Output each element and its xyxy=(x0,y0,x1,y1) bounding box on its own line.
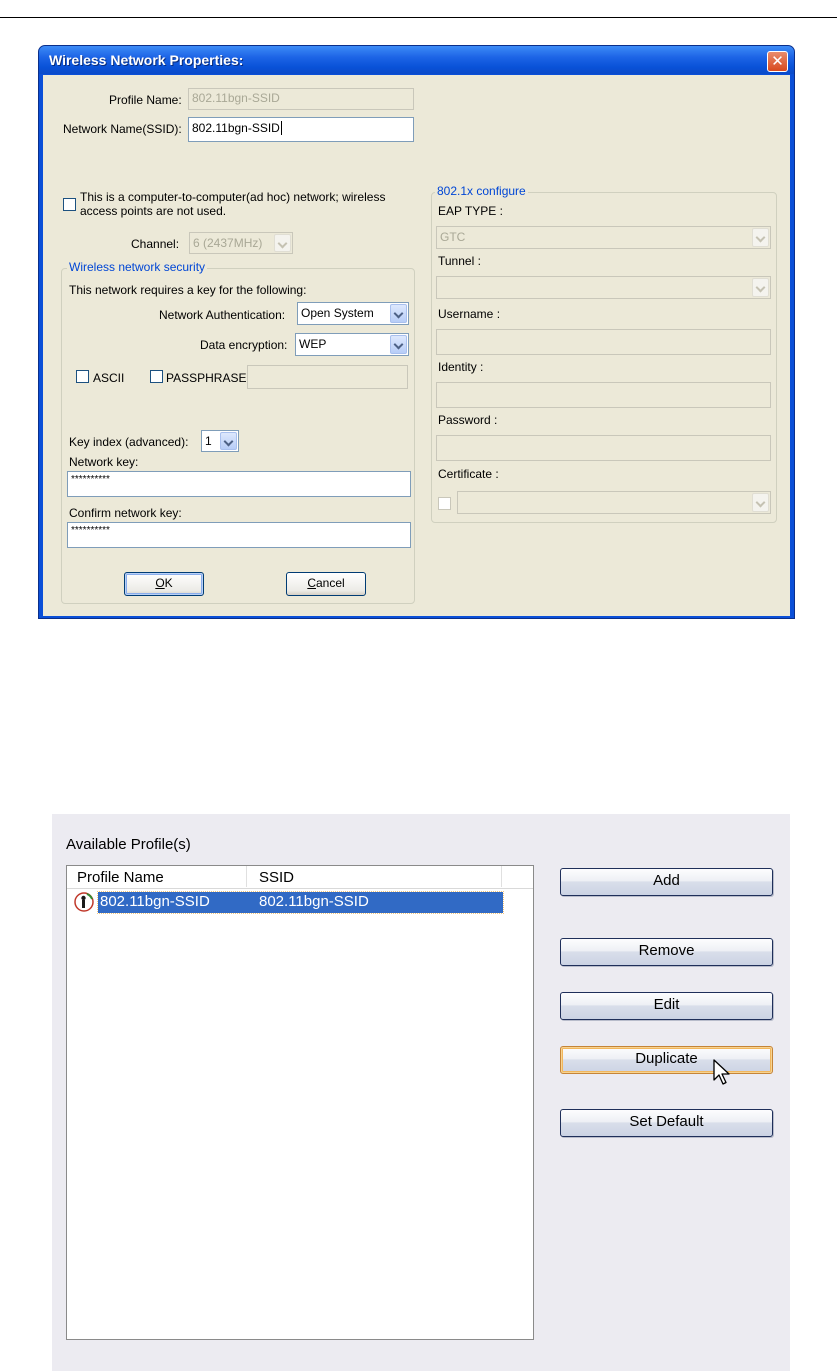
passphrase-checkbox[interactable] xyxy=(150,370,163,383)
tunnel-label: Tunnel : xyxy=(438,254,481,268)
passphrase-input xyxy=(247,365,408,389)
ascii-label: ASCII xyxy=(93,371,125,385)
certificate-label: Certificate : xyxy=(438,467,499,481)
ok-rest: K xyxy=(164,576,173,590)
selected-row-highlight: 802.11bgn-SSID 802.11bgn-SSID xyxy=(97,891,504,914)
ssid-input-value: 802.11bgn-SSID xyxy=(192,121,280,135)
eap-type-select: GTC xyxy=(436,226,771,249)
column-header-ssid[interactable]: SSID xyxy=(259,869,294,886)
profiles-list-header: Profile Name SSID xyxy=(67,866,533,889)
key-index-select[interactable]: 1 xyxy=(201,430,239,452)
network-key-label: Network key: xyxy=(69,455,139,469)
remove-button[interactable]: Remove xyxy=(560,938,773,966)
ascii-checkbox[interactable] xyxy=(76,370,89,383)
channel-label: Channel: xyxy=(131,237,180,251)
chevron-down-icon xyxy=(752,278,769,297)
edit-button[interactable]: Edit xyxy=(560,992,773,1020)
certificate-select xyxy=(457,491,771,514)
cancel-rest: ancel xyxy=(315,576,345,590)
column-header-profile-name[interactable]: Profile Name xyxy=(77,869,164,886)
channel-select-value: 6 (2437MHz) xyxy=(193,236,263,250)
page-top-rule xyxy=(0,17,837,18)
username-label: Username : xyxy=(438,307,501,321)
chevron-down-icon[interactable] xyxy=(390,304,407,323)
adhoc-label-line2: access points are not used. xyxy=(80,204,227,218)
auth-label: Network Authentication: xyxy=(159,308,286,322)
available-profiles-title: Available Profile(s) xyxy=(66,836,191,853)
tunnel-select xyxy=(436,276,771,299)
column-divider[interactable] xyxy=(501,866,502,887)
eap-type-value: GTC xyxy=(440,230,466,244)
auth-select[interactable]: Open System xyxy=(297,302,409,325)
dialog-client-area: Profile Name: 802.11bgn-SSID Network Nam… xyxy=(43,75,790,616)
channel-select: 6 (2437MHz) xyxy=(189,232,293,254)
row-profile-name: 802.11bgn-SSID xyxy=(100,893,210,910)
password-label: Password : xyxy=(438,413,498,427)
mouse-pointer-icon xyxy=(713,1059,730,1085)
profiles-list[interactable]: Profile Name SSID 802.11bgn-SSID 802.11b… xyxy=(66,865,534,1340)
column-divider[interactable] xyxy=(246,866,247,887)
ok-mnemonic: O xyxy=(155,576,165,590)
key-index-value: 1 xyxy=(205,434,212,448)
key-index-label: Key index (advanced): xyxy=(69,435,189,449)
username-input xyxy=(436,329,771,355)
password-input xyxy=(436,435,771,461)
close-icon[interactable]: ✕ xyxy=(767,51,788,72)
identity-input xyxy=(436,382,771,408)
chevron-down-icon xyxy=(752,228,769,247)
dialog-titlebar[interactable]: Wireless Network Properties: ✕ xyxy=(39,46,794,74)
confirm-key-label: Confirm network key: xyxy=(69,506,182,520)
ssid-label: Network Name(SSID): xyxy=(63,122,182,136)
confirm-key-input[interactable]: ********** xyxy=(67,522,411,548)
adhoc-label-line1: This is a computer-to-computer(ad hoc) n… xyxy=(80,190,386,204)
eap-config-legend: 802.1x configure xyxy=(435,184,528,198)
security-intro-text: This network requires a key for the foll… xyxy=(69,283,307,297)
profile-name-field: 802.11bgn-SSID xyxy=(188,88,414,110)
dialog-title: Wireless Network Properties: xyxy=(49,52,244,68)
adhoc-checkbox[interactable] xyxy=(63,198,76,211)
encryption-select-value: WEP xyxy=(299,337,327,351)
wireless-network-properties-dialog: Wireless Network Properties: ✕ Profile N… xyxy=(38,45,795,619)
chevron-down-icon[interactable] xyxy=(390,335,407,354)
profile-name-label: Profile Name: xyxy=(109,93,182,107)
chevron-down-icon xyxy=(274,234,291,252)
text-caret xyxy=(280,121,282,135)
eap-type-label: EAP TYPE : xyxy=(438,204,503,218)
duplicate-button[interactable]: Duplicate xyxy=(560,1046,773,1074)
certificate-checkbox xyxy=(438,497,451,510)
table-row[interactable]: 802.11bgn-SSID 802.11bgn-SSID xyxy=(67,890,533,914)
cancel-mnemonic: C xyxy=(307,576,316,590)
identity-label: Identity : xyxy=(438,360,484,374)
chevron-down-icon xyxy=(752,493,769,512)
ssid-input[interactable]: 802.11bgn-SSID xyxy=(188,117,414,142)
chevron-down-icon[interactable] xyxy=(220,432,237,450)
auth-select-value: Open System xyxy=(301,306,374,320)
add-button[interactable]: Add xyxy=(560,868,773,896)
passphrase-label: PASSPHRASE xyxy=(166,371,247,385)
set-default-button[interactable]: Set Default xyxy=(560,1109,773,1137)
cancel-button[interactable]: Cancel xyxy=(286,572,366,596)
wireless-security-legend: Wireless network security xyxy=(67,260,208,274)
network-key-input[interactable]: ********** xyxy=(67,471,411,497)
wireless-profile-icon xyxy=(74,892,94,912)
available-profiles-panel: Available Profile(s) Profile Name SSID 8… xyxy=(52,814,790,1371)
ok-button[interactable]: OK xyxy=(124,572,204,596)
encryption-select[interactable]: WEP xyxy=(295,333,409,356)
adhoc-label: This is a computer-to-computer(ad hoc) n… xyxy=(80,190,385,218)
row-ssid: 802.11bgn-SSID xyxy=(259,893,369,910)
encryption-label: Data encryption: xyxy=(200,338,288,352)
